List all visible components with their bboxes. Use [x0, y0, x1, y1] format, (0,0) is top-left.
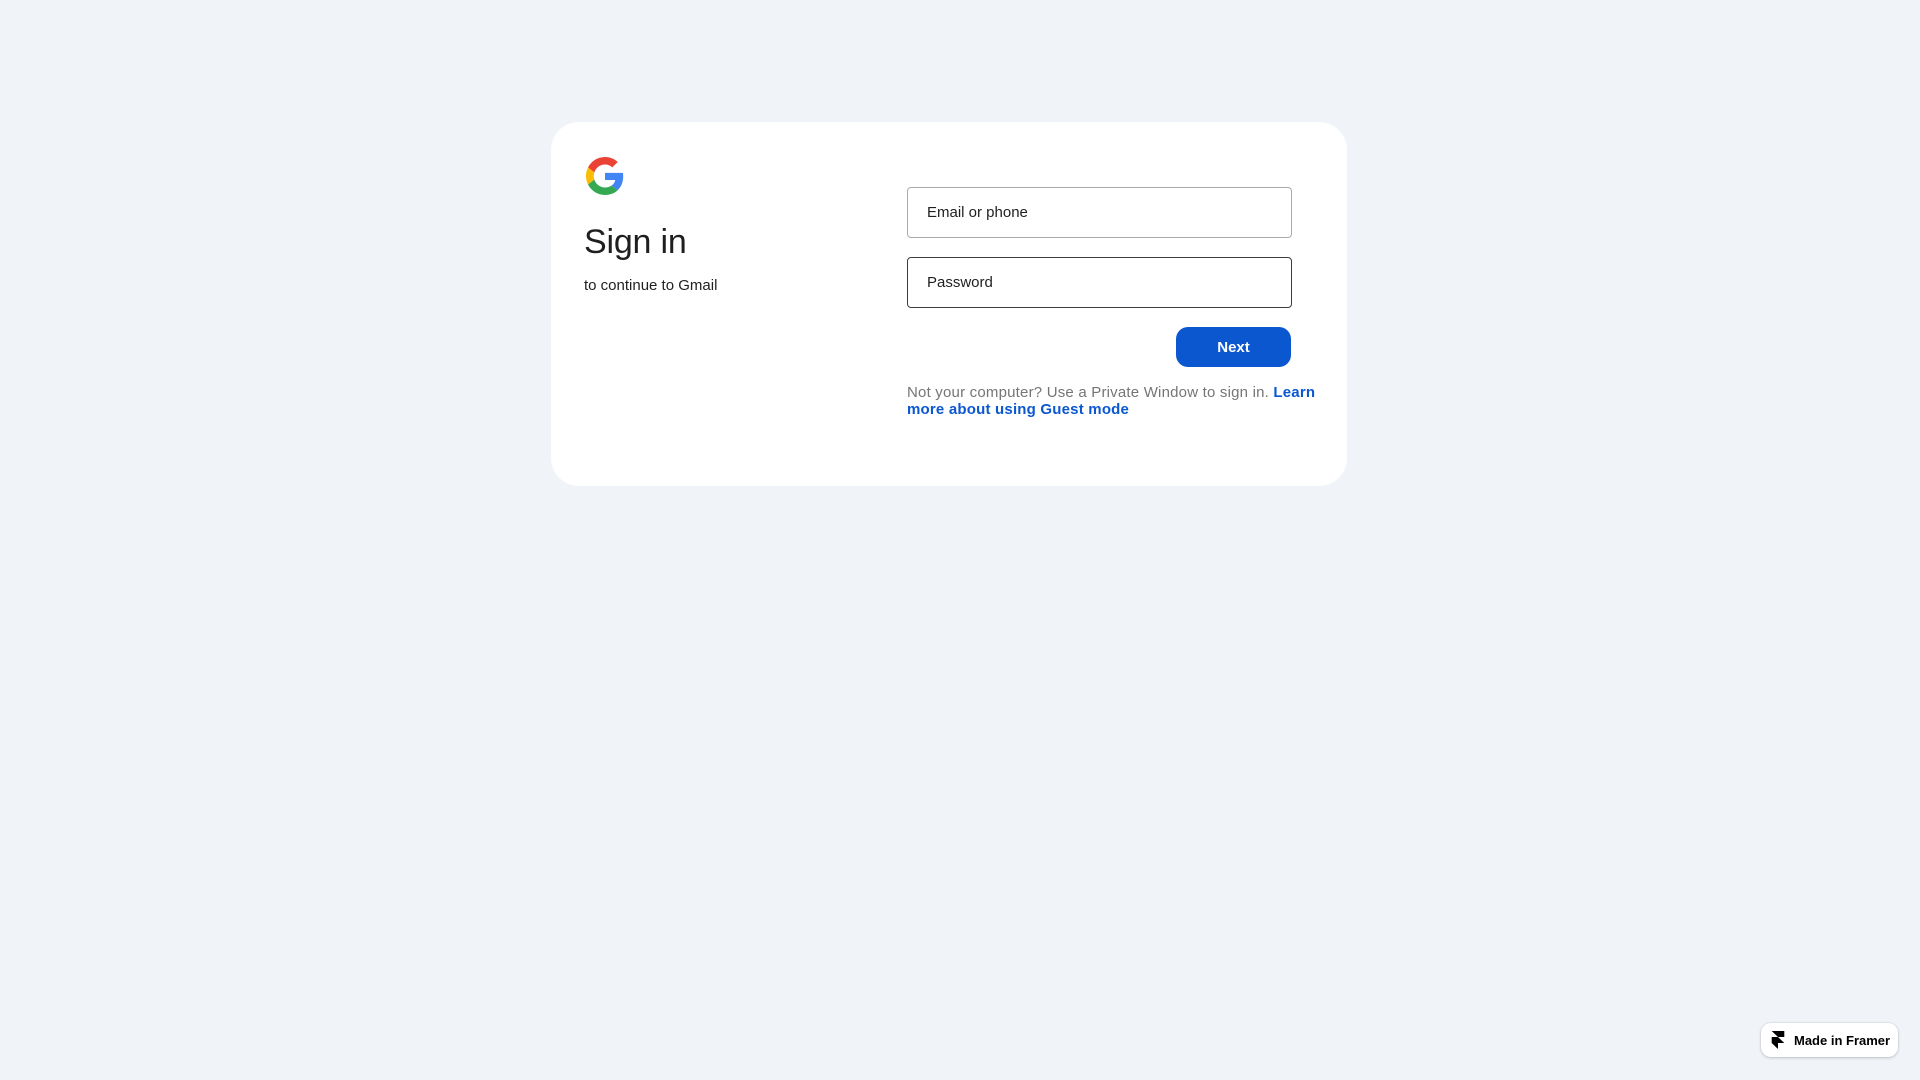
- notice-text: Not your computer? Use a Private Window …: [907, 384, 1274, 401]
- next-button[interactable]: Next: [1176, 327, 1291, 367]
- private-window-notice: Not your computer? Use a Private Window …: [907, 384, 1317, 418]
- badge-label: Made in Framer: [1794, 1032, 1891, 1048]
- google-g-icon: [586, 157, 624, 195]
- framer-icon: [1771, 1031, 1785, 1049]
- sign-in-card: Sign in to continue to Gmail Next Not yo…: [551, 122, 1347, 486]
- made-in-framer-badge[interactable]: Made in Framer: [1761, 1023, 1898, 1057]
- email-field[interactable]: [907, 187, 1292, 238]
- page-title: Sign in: [584, 223, 687, 261]
- page-subtitle: to continue to Gmail: [584, 277, 718, 294]
- password-field[interactable]: [907, 257, 1292, 308]
